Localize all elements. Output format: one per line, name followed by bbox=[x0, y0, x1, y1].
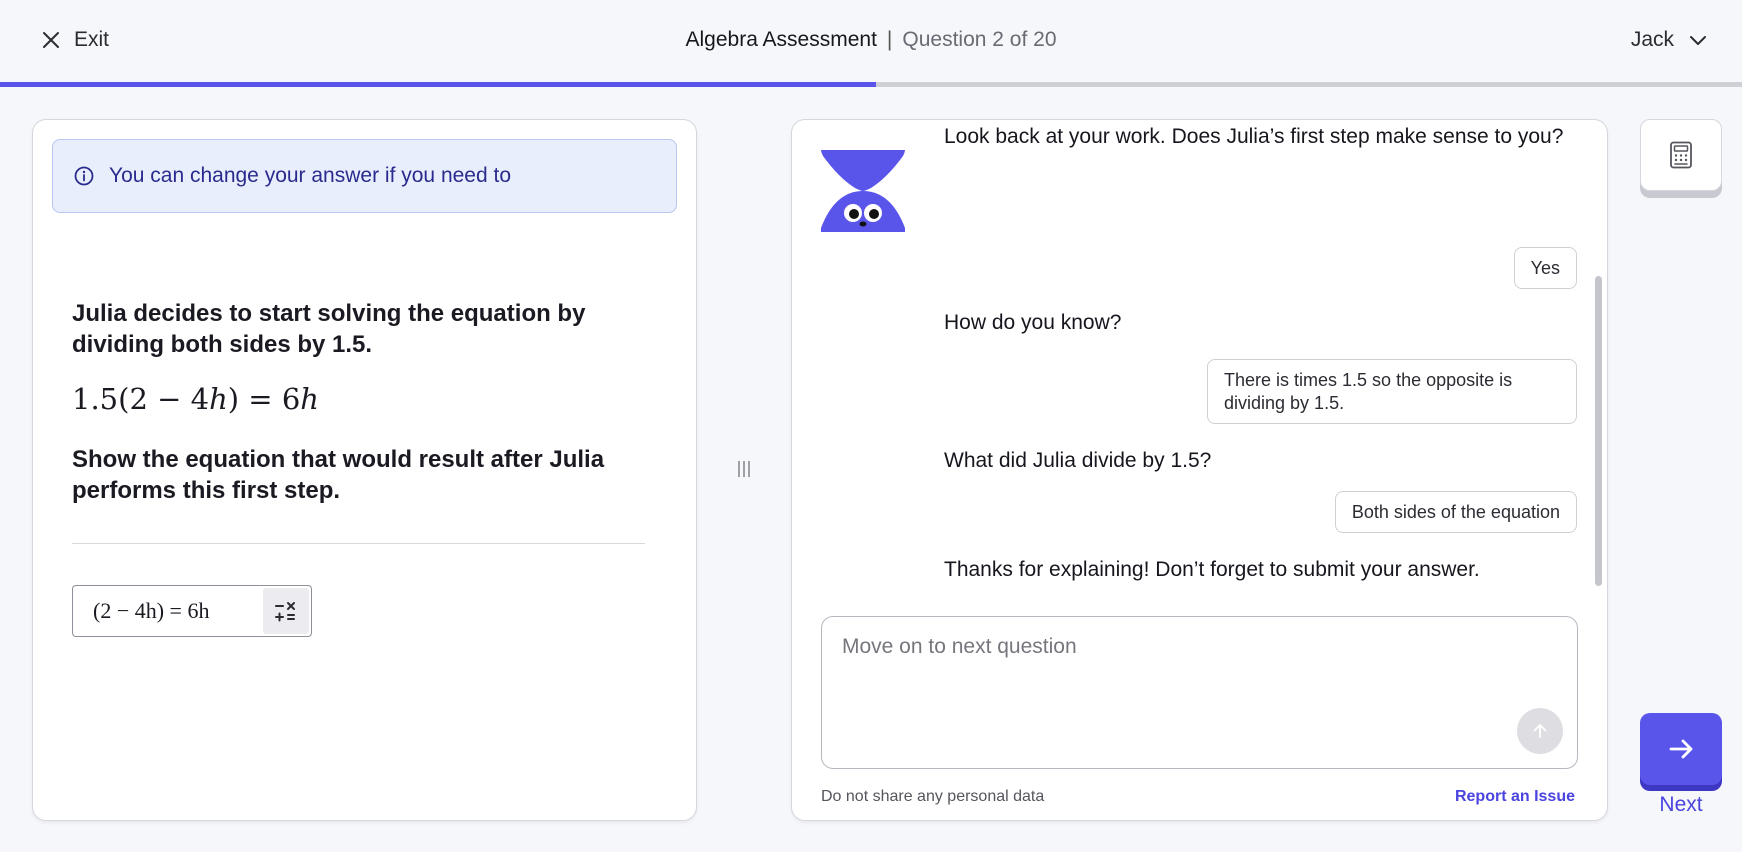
math-operators-icon bbox=[275, 602, 295, 622]
user-message: Yes bbox=[1513, 247, 1577, 289]
progress-bar bbox=[0, 82, 1742, 87]
equation-lhs-open: (2 − 4 bbox=[118, 382, 210, 416]
divider bbox=[72, 543, 645, 544]
calculator-button[interactable] bbox=[1640, 119, 1722, 191]
title-separator: | bbox=[886, 28, 893, 51]
math-keyboard-button[interactable] bbox=[263, 588, 309, 634]
chevron-down-icon bbox=[1690, 36, 1706, 45]
question-intro: Julia decides to start solving the equat… bbox=[72, 300, 586, 358]
bot-message: Thanks for explaining! Don’t forget to s… bbox=[944, 558, 1480, 581]
bot-message: Look back at your work. Does Julia’s fir… bbox=[944, 125, 1564, 148]
answer-input[interactable]: (2 − 4h) = 6h bbox=[72, 585, 312, 637]
question-panel: You can change your answer if you need t… bbox=[32, 119, 697, 821]
progress-bar-fill bbox=[0, 82, 877, 87]
question-task: Show the equation that would result afte… bbox=[72, 446, 605, 504]
calculator-icon bbox=[1670, 141, 1692, 169]
answer-value[interactable]: (2 − 4h) = 6h bbox=[73, 598, 263, 624]
bot-message: What did Julia divide by 1.5? bbox=[944, 449, 1212, 472]
arrow-up-icon bbox=[1533, 724, 1547, 738]
report-issue-link[interactable]: Report an Issue bbox=[1455, 788, 1575, 806]
equation-rhs-variable: h bbox=[300, 382, 319, 416]
info-icon bbox=[74, 166, 94, 186]
send-button[interactable] bbox=[1517, 708, 1563, 754]
chat-panel: Look back at your work. Does Julia’s fir… bbox=[791, 119, 1608, 821]
chat-input-container bbox=[821, 616, 1578, 769]
equation-number: 1.5 bbox=[72, 382, 119, 416]
user-name: Jack bbox=[1630, 28, 1674, 51]
info-banner: You can change your answer if you need t… bbox=[52, 139, 677, 213]
user-message: There is times 1.5 so the opposite is di… bbox=[1207, 359, 1577, 424]
chat-input[interactable] bbox=[822, 617, 1577, 768]
bot-message: How do you know? bbox=[944, 311, 1122, 334]
arrow-right-icon bbox=[1669, 739, 1693, 759]
equation-lhs-close: ) = 6 bbox=[227, 382, 301, 416]
question-equation: 1.5(2 − 4h) = 6h bbox=[72, 382, 319, 416]
assessment-title: Algebra Assessment bbox=[685, 28, 877, 51]
drag-handle-icon bbox=[738, 461, 750, 477]
user-menu[interactable]: Jack bbox=[1631, 28, 1708, 52]
top-bar: Exit Algebra Assessment | Question 2 of 20… bbox=[0, 0, 1742, 87]
user-message: Both sides of the equation bbox=[1334, 491, 1577, 533]
info-banner-text: You can change your answer if you need t… bbox=[109, 164, 512, 187]
tutor-mascot-avatar bbox=[821, 150, 905, 232]
question-counter: Question 2 of 20 bbox=[902, 28, 1057, 51]
privacy-disclaimer: Do not share any personal data bbox=[821, 788, 1045, 805]
page-title: Algebra Assessment | Question 2 of 20 bbox=[0, 28, 1742, 52]
panel-resize-handle[interactable] bbox=[735, 459, 753, 479]
equation-variable: h bbox=[209, 382, 228, 416]
next-label[interactable]: Next bbox=[1640, 793, 1722, 817]
chat-scrollbar[interactable] bbox=[1595, 276, 1602, 586]
next-button[interactable] bbox=[1640, 713, 1722, 785]
